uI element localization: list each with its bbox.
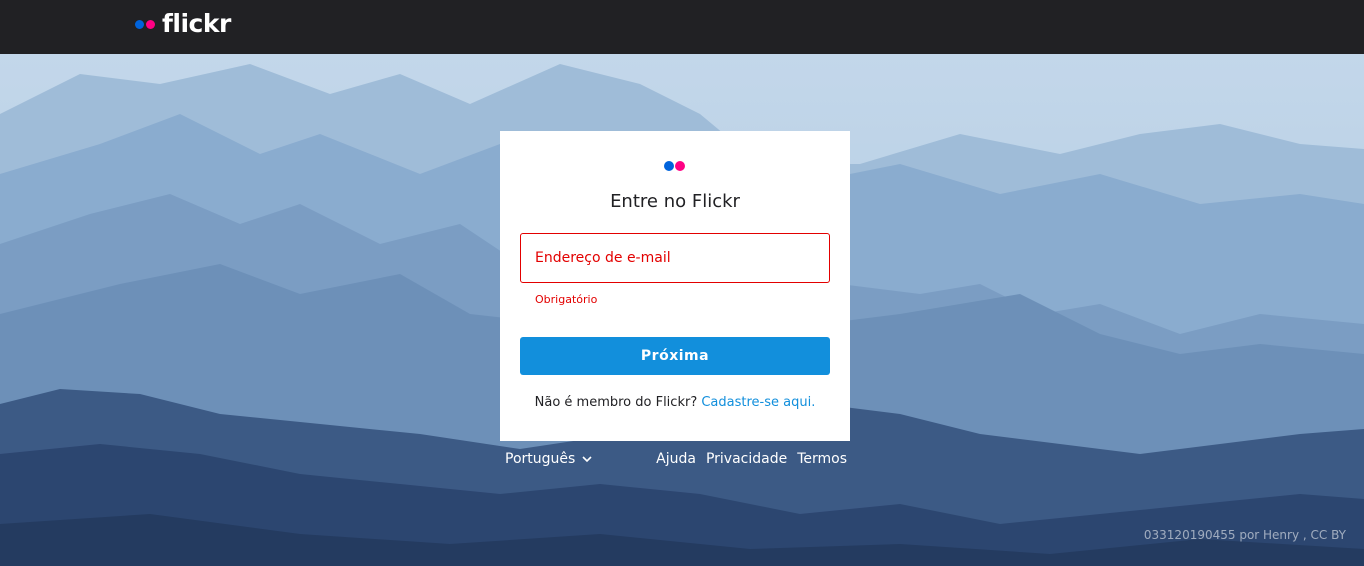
photo-credit[interactable]: 033120190455 por Henry , CC BY: [1144, 528, 1346, 542]
next-button[interactable]: Próxima: [520, 337, 830, 375]
login-card: Entre no Flickr Obrigatório Próxima Não …: [500, 131, 850, 441]
chevron-down-icon: [582, 456, 592, 463]
card-blue-dot: [664, 161, 674, 171]
language-label: Português: [505, 451, 576, 467]
footer-links: Ajuda Privacidade Termos: [646, 451, 847, 467]
logo-blue-dot: [135, 19, 144, 29]
signup-prompt: Não é membro do Flickr? Cadastre-se aqui…: [500, 395, 850, 410]
email-field-container: [520, 233, 830, 283]
email-error-message: Obrigatório: [535, 293, 598, 306]
flickr-logo[interactable]: flickr: [135, 8, 231, 40]
terms-link[interactable]: Termos: [797, 451, 847, 467]
top-navigation-bar: flickr: [0, 0, 1364, 54]
language-selector[interactable]: Português: [505, 451, 592, 467]
footer: Português Ajuda Privacidade Termos: [505, 451, 847, 471]
card-pink-dot: [675, 161, 685, 171]
signup-prompt-text: Não é membro do Flickr?: [534, 395, 698, 410]
email-input[interactable]: [521, 234, 829, 282]
signup-link[interactable]: Cadastre-se aqui.: [701, 395, 815, 410]
logo-pink-dot: [146, 19, 155, 29]
logo-wordmark: flickr: [162, 9, 231, 38]
flickr-dots-icon: [664, 161, 685, 171]
privacy-link[interactable]: Privacidade: [706, 451, 787, 467]
help-link[interactable]: Ajuda: [656, 451, 696, 467]
login-title: Entre no Flickr: [610, 191, 740, 212]
